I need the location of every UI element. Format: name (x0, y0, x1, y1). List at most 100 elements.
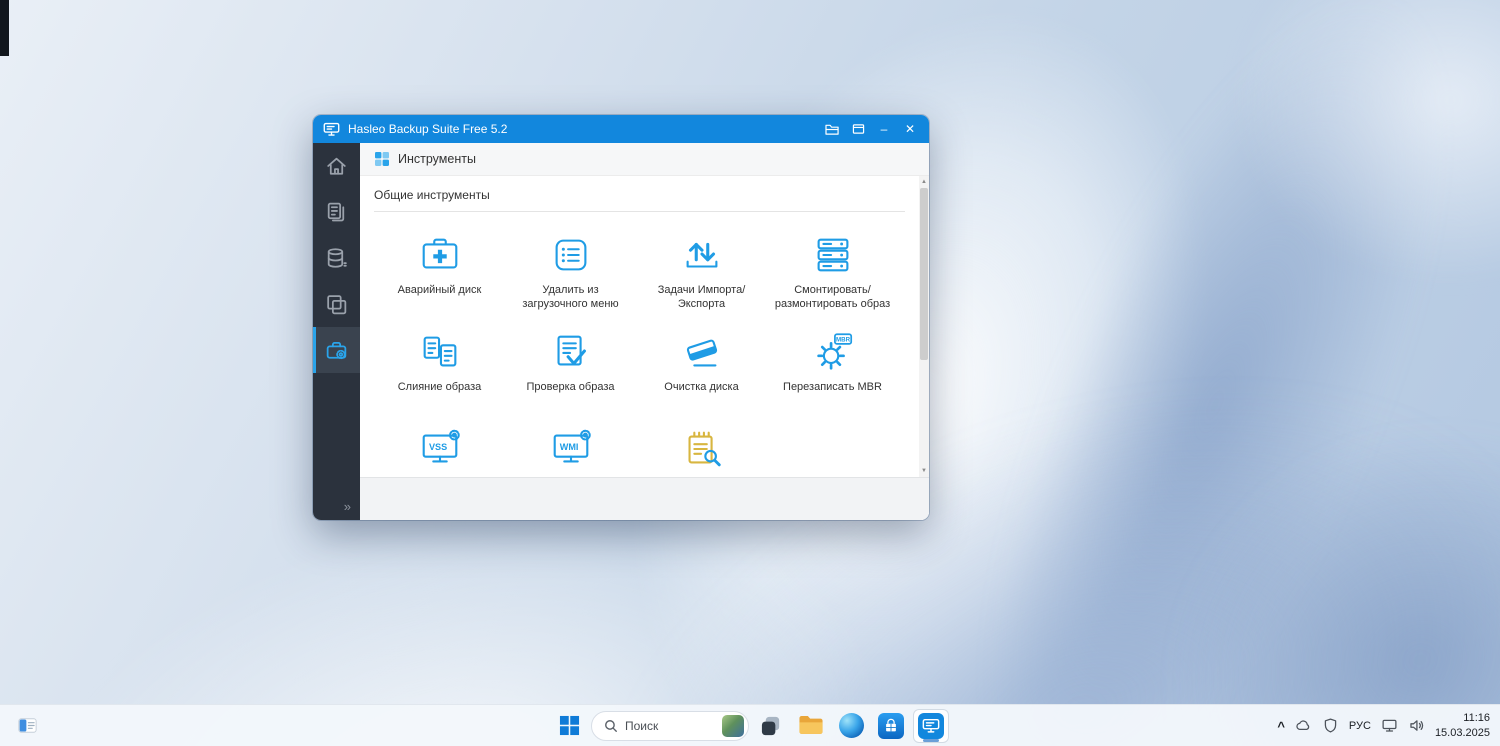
tool-label: Перезаписать MBR (783, 381, 882, 393)
hasleo-taskbar-button[interactable] (913, 708, 949, 743)
window-mode-button[interactable] (845, 118, 871, 140)
store-button[interactable] (873, 709, 909, 743)
scrollbar-track[interactable] (919, 188, 929, 465)
sidebar-collapse-button[interactable]: » (313, 495, 360, 520)
tool-emergency-disk[interactable]: Аварийный диск (374, 232, 505, 329)
restore-wmi-icon: WMI (553, 429, 591, 463)
edge-icon (838, 713, 864, 738)
svg-text:VSS: VSS (428, 442, 446, 452)
rewrite-mbr-icon: MBR (816, 333, 852, 370)
edge-button[interactable] (833, 709, 869, 743)
scroll-down-button[interactable]: ▼ (919, 465, 929, 477)
tool-label: Проверка образа (526, 381, 615, 393)
taskbar-search[interactable]: Поиск (591, 710, 749, 741)
tool-label: Смонтировать/размонтировать образ (774, 284, 891, 311)
scrollbar-thumb[interactable] (920, 188, 928, 360)
task-view-icon (761, 716, 779, 736)
tool-import-export-tasks[interactable]: Задачи Импорта/Экспорта (636, 232, 767, 329)
search-icon (605, 719, 617, 732)
scroll-up-button[interactable]: ▲ (919, 176, 929, 188)
sidebar-item-disks[interactable] (313, 235, 360, 281)
restore-vss-icon: VSS (422, 429, 460, 463)
view-logs-icon (687, 431, 721, 467)
window-body: » Инструменты Общие инструменты Аварийны… (313, 143, 929, 520)
svg-text:WMI: WMI (559, 442, 578, 452)
search-daily-image[interactable] (722, 714, 744, 737)
minimize-button[interactable]: – (871, 118, 897, 140)
content-scrollbar[interactable]: ▲ ▼ (919, 176, 929, 477)
taskbar: Поиск ^ РУС 11:16 15.03.2025 (0, 704, 1500, 746)
app-icon (323, 122, 340, 136)
hasleo-app-icon (918, 712, 944, 739)
section-divider (374, 211, 905, 212)
home-icon (327, 157, 346, 175)
close-button[interactable]: ✕ (897, 118, 923, 140)
window-icon (852, 124, 864, 134)
start-button[interactable] (551, 709, 587, 743)
tool-label: Очистка диска (664, 381, 739, 393)
tool-label: Слияние образа (397, 381, 482, 393)
tray-time: 11:16 (1463, 711, 1490, 724)
sidebar-item-home[interactable] (313, 143, 360, 189)
tool-remove-boot-menu[interactable]: Удалить из загрузочного меню (505, 232, 636, 329)
svg-text:MBR: MBR (835, 336, 850, 343)
tools-page-icon (375, 152, 389, 166)
widgets-button[interactable] (12, 709, 42, 743)
file-explorer-icon (799, 716, 823, 734)
verify-image-icon (556, 335, 586, 366)
sidebar-item-clone[interactable] (313, 281, 360, 327)
task-view-button[interactable] (753, 709, 789, 743)
tool-label: Удалить из загрузочного меню (522, 284, 619, 311)
taskbar-left (12, 709, 42, 743)
mount-image-icon (817, 238, 848, 272)
emergency-disk-icon (422, 238, 457, 269)
tool-restore-wmi[interactable]: WMI Восстановление WMI (505, 426, 636, 477)
windows-logo-icon (559, 715, 579, 736)
tool-rewrite-mbr[interactable]: MBR Перезаписать MBR (767, 329, 898, 426)
backup-tasks-icon (327, 202, 345, 221)
tool-restore-vss[interactable]: VSS Восстановление VSS (374, 426, 505, 477)
clone-icon (327, 294, 347, 314)
screen-corner-artifact (0, 0, 9, 56)
tool-view-logs[interactable]: Просмотр журналов (636, 426, 767, 477)
window-title: Hasleo Backup Suite Free 5.2 (348, 122, 508, 136)
sidebar-item-backup-tasks[interactable] (313, 189, 360, 235)
taskbar-clock[interactable]: 11:16 15.03.2025 (1435, 711, 1490, 741)
tool-merge-image[interactable]: Слияние образа (374, 329, 505, 426)
taskbar-center: Поиск (551, 708, 949, 743)
folder-open-icon (824, 124, 839, 135)
cloud-tray-icon[interactable] (1295, 717, 1312, 734)
file-explorer-button[interactable] (793, 709, 829, 743)
tool-verify-image[interactable]: Проверка образа (505, 329, 636, 426)
section-title: Общие инструменты (374, 188, 490, 202)
import-export-icon (686, 242, 717, 268)
tray-date: 15.03.2025 (1434, 726, 1490, 739)
main-panel: Инструменты Общие инструменты Аварийный … (360, 143, 929, 520)
hasleo-window: Hasleo Backup Suite Free 5.2 – ✕ » Инстр… (313, 115, 929, 520)
tool-label: Аварийный диск (397, 284, 482, 296)
open-folder-button[interactable] (819, 118, 845, 140)
window-controls: – ✕ (819, 118, 923, 140)
eraser-icon (686, 339, 717, 367)
merge-image-icon (423, 336, 456, 367)
toolbox-icon (326, 341, 347, 359)
tool-label: Задачи Импорта/Экспорта (657, 284, 746, 311)
database-icon (327, 247, 347, 268)
language-indicator[interactable]: РУС (1349, 720, 1371, 732)
store-icon (878, 712, 904, 739)
system-tray: ^ РУС 11:16 15.03.2025 (1277, 711, 1490, 741)
network-icon[interactable] (1381, 717, 1398, 734)
sidebar: » (313, 143, 360, 520)
sidebar-item-tools[interactable] (313, 327, 360, 373)
page-title: Инструменты (398, 152, 476, 166)
tool-wipe-disk[interactable]: Очистка диска (636, 329, 767, 426)
tray-expand-button[interactable]: ^ (1277, 719, 1285, 734)
volume-icon[interactable] (1408, 717, 1425, 734)
search-placeholder: Поиск (625, 718, 659, 733)
tools-content: Общие инструменты Аварийный диск Удалить… (360, 176, 929, 477)
titlebar[interactable]: Hasleo Backup Suite Free 5.2 – ✕ (313, 115, 929, 143)
widgets-icon (17, 718, 37, 733)
tool-grid: Аварийный диск Удалить из загрузочного м… (374, 232, 929, 477)
shield-tray-icon[interactable] (1322, 717, 1339, 734)
tool-mount-unmount-image[interactable]: Смонтировать/размонтировать образ (767, 232, 898, 329)
